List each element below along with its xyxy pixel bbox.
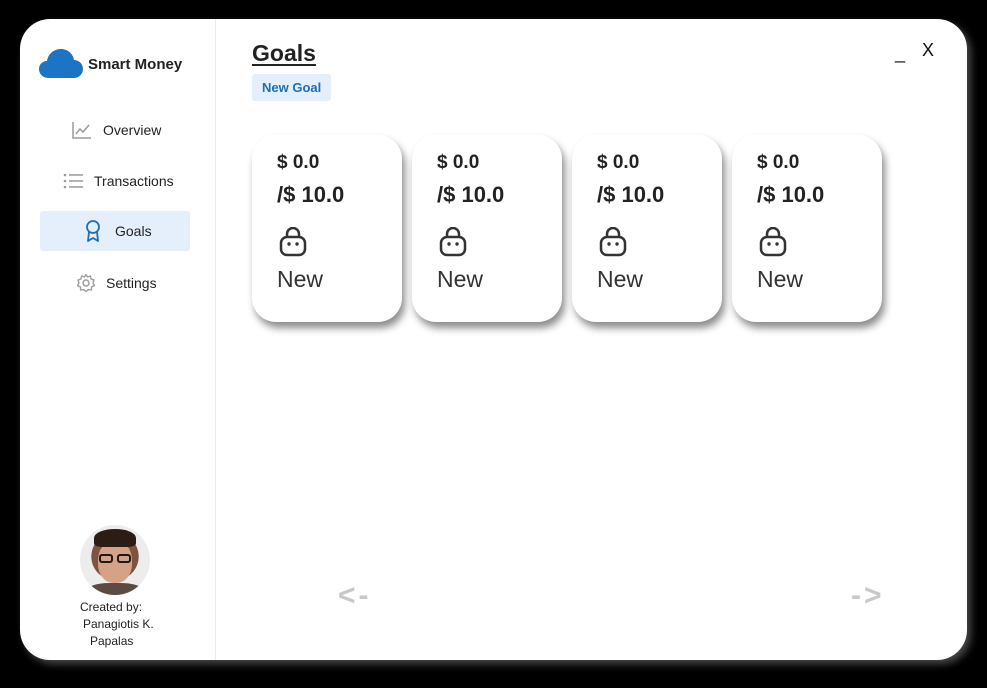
app-window: Smart Money Overview Transactions Goals <box>20 19 967 660</box>
sidebar-item-label: Overview <box>103 122 162 138</box>
goal-name: New <box>597 266 644 292</box>
new-goal-button[interactable]: New Goal <box>252 74 332 101</box>
goal-current-amount: $ 0.0 <box>277 152 320 173</box>
avatar <box>80 525 150 595</box>
goal-card[interactable]: $ 0.0 /$ 10.0 New <box>572 135 722 322</box>
goal-current-amount: $ 0.0 <box>597 152 640 173</box>
shopping-bag-icon <box>279 227 307 257</box>
goal-target-amount: /$ 10.0 <box>437 182 505 207</box>
shopping-bag-icon <box>599 227 627 257</box>
goal-current-amount: $ 0.0 <box>757 152 800 173</box>
list-icon <box>60 173 86 189</box>
goal-name: New <box>757 266 804 292</box>
credit-label: Created by: <box>80 600 143 614</box>
award-icon <box>80 220 106 242</box>
close-button[interactable]: X <box>922 40 934 61</box>
next-page-button[interactable]: -> <box>851 579 885 613</box>
app-name: Smart Money <box>88 55 183 73</box>
goal-target-amount: /$ 10.0 <box>277 182 345 207</box>
credit-name-first: Panagiotis K. <box>83 617 154 631</box>
previous-page-button[interactable]: <- <box>338 579 372 613</box>
goal-card[interactable]: $ 0.0 /$ 10.0 New <box>732 135 882 322</box>
sidebar-item-label: Goals <box>115 223 152 239</box>
shopping-bag-icon <box>759 227 787 257</box>
sidebar-item-label: Transactions <box>94 173 174 189</box>
goal-card[interactable]: $ 0.0 /$ 10.0 New <box>252 135 402 322</box>
shopping-bag-icon <box>439 227 467 257</box>
chart-line-icon <box>69 121 95 139</box>
gear-icon <box>73 273 99 293</box>
credit-name-last: Papalas <box>90 634 134 648</box>
page-title: Goals <box>252 40 316 66</box>
sidebar-item-settings[interactable]: Settings <box>40 263 190 303</box>
goal-card-list: $ 0.0 /$ 10.0 New $ 0.0 /$ 10.0 New $ 0.… <box>252 135 882 322</box>
goal-target-amount: /$ 10.0 <box>597 182 665 207</box>
sidebar-item-transactions[interactable]: Transactions <box>40 161 190 201</box>
sidebar: Smart Money Overview Transactions Goals <box>20 19 216 660</box>
goal-target-amount: /$ 10.0 <box>757 182 825 207</box>
sidebar-item-overview[interactable]: Overview <box>40 110 190 150</box>
goal-name: New <box>277 266 324 292</box>
minimize-button[interactable]: _ <box>895 43 905 64</box>
cloud-logo-icon <box>39 49 83 78</box>
brand: Smart Money <box>39 49 182 79</box>
sidebar-item-goals[interactable]: Goals <box>40 211 190 251</box>
goal-name: New <box>437 266 484 292</box>
sidebar-item-label: Settings <box>106 275 157 291</box>
goal-current-amount: $ 0.0 <box>437 152 480 173</box>
goal-card[interactable]: $ 0.0 /$ 10.0 New <box>412 135 562 322</box>
